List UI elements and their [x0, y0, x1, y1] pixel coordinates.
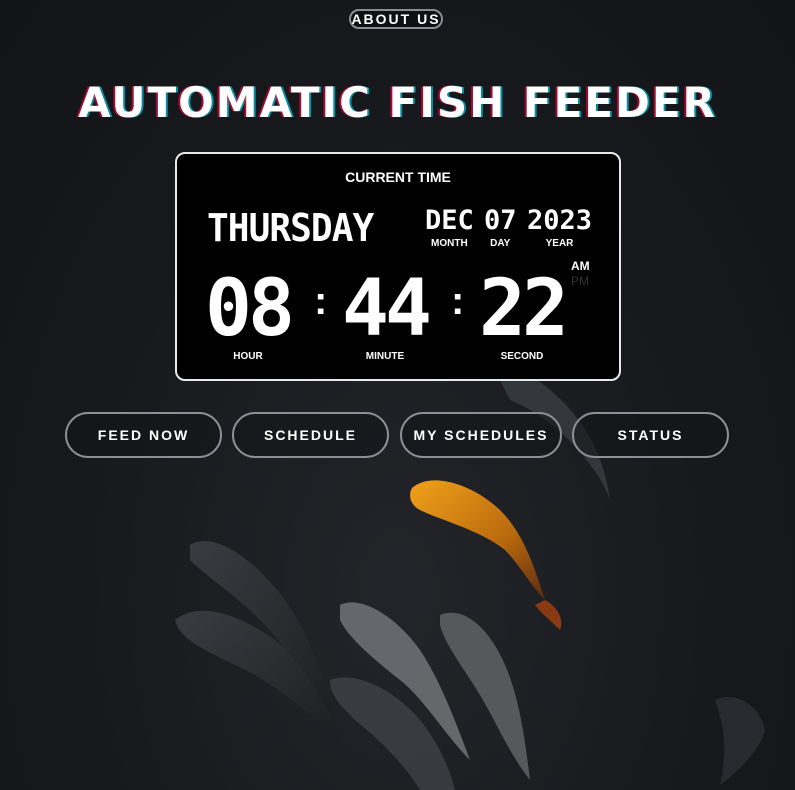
month-value: DEC	[425, 205, 474, 236]
digital-clock-panel: CURRENT TIME THURSDAY DEC MONTH 07 DAY 2…	[175, 152, 621, 381]
month-label: MONTH	[431, 238, 468, 249]
minute-display: 44 MINUTE	[342, 264, 432, 362]
year-label: YEAR	[545, 238, 574, 249]
about-us-link[interactable]: ABOUT US	[349, 9, 443, 29]
time-separator: :	[451, 279, 465, 323]
time-separator: :	[314, 279, 328, 323]
schedule-button[interactable]: SCHEDULE	[232, 412, 389, 458]
month-display: DEC MONTH	[425, 205, 474, 250]
year-value: 2023	[527, 205, 593, 236]
pm-indicator: PM	[571, 274, 589, 288]
day-value: 07	[484, 205, 517, 236]
feed-now-button[interactable]: FEED NOW	[65, 412, 222, 458]
weekday-display: THURSDAY	[207, 206, 374, 250]
my-schedules-button[interactable]: MY SCHEDULES	[400, 412, 562, 458]
second-display: 22 SECOND	[479, 264, 569, 362]
hour-value: 08	[205, 264, 295, 354]
am-indicator: AM	[571, 259, 590, 273]
weekday-value: THURSDAY	[207, 206, 374, 250]
minute-value: 44	[342, 264, 432, 354]
clock-label: CURRENT TIME	[345, 169, 451, 185]
am-pm-indicator: AM PM	[571, 259, 590, 289]
day-label: DAY	[490, 238, 511, 249]
second-value: 22	[479, 264, 569, 354]
year-display: 2023 YEAR	[527, 205, 593, 250]
hour-display: 08 HOUR	[205, 264, 295, 362]
page-title: AUTOMATIC FISH FEEDER	[78, 78, 717, 127]
day-display: 07 DAY	[484, 205, 517, 250]
status-button[interactable]: STATUS	[572, 412, 729, 458]
